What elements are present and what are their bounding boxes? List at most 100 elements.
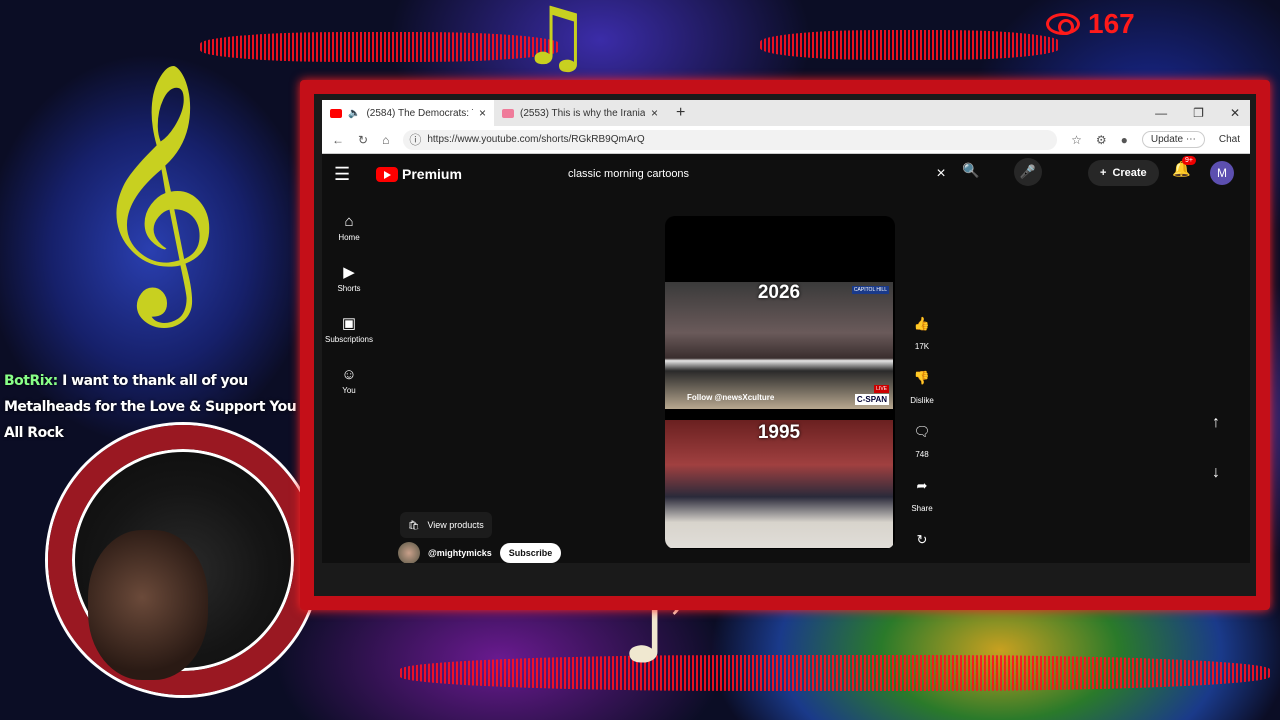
tab-bar: 🔈 (2584) The Democrats: Then a × (2553) …: [322, 100, 1250, 126]
home-icon: ⌂: [344, 212, 354, 230]
restore-icon[interactable]: ❐: [1193, 106, 1204, 120]
favorite-icon[interactable]: ☆: [1071, 133, 1082, 147]
viewer-count-value: 167: [1088, 8, 1135, 39]
view-products-button[interactable]: 🛍 View products: [400, 512, 492, 538]
create-button[interactable]: + Create: [1088, 160, 1159, 186]
shorts-video-player[interactable]: CAPITOL HILL LIVE Follow @newsXculture C…: [665, 216, 895, 549]
window-controls: — ❐ ✕: [1155, 106, 1250, 120]
menu-icon[interactable]: ☰: [334, 164, 364, 185]
youtube-play-icon: [376, 166, 398, 182]
webcam-overlay: [18, 400, 338, 710]
remix-button[interactable]: ↻: [906, 526, 938, 563]
update-label: Update: [1150, 134, 1184, 145]
youtube-page: ☰ Premium classic morning cartoons × 🔍 🎤…: [322, 154, 1250, 563]
sidebar-item-subscriptions[interactable]: ▣ Subscriptions: [322, 304, 376, 355]
clear-search-icon[interactable]: ×: [926, 165, 956, 183]
like-count: 17K: [914, 342, 930, 351]
previous-short-arrow-up-icon[interactable]: ↑: [1202, 409, 1230, 437]
tab-title: (2553) This is why the Iranians are: [520, 107, 645, 119]
remix-icon: ↻: [916, 532, 928, 547]
next-short-arrow-down-icon[interactable]: ↓: [1202, 459, 1230, 487]
view-products-label: View products: [427, 520, 484, 530]
comment-icon: 🗨: [913, 424, 931, 439]
audio-wave-bottom: [400, 655, 1270, 691]
address-bar[interactable]: ⓘ https://www.youtube.com/shorts/RGkRB9Q…: [403, 129, 1058, 150]
year-label-top: 2026: [757, 282, 801, 303]
channel-avatar[interactable]: [398, 542, 420, 563]
follow-caption: Follow @newsXculture: [687, 393, 775, 402]
sidebar-item-label: Subscriptions: [324, 334, 374, 344]
sidebar: ⌂ Home ▶ Shorts ▣ Subscriptions ☺ You: [322, 202, 376, 406]
dislike-label: Dislike: [910, 396, 934, 405]
update-button[interactable]: Update ⋯: [1141, 131, 1205, 148]
create-label: Create: [1112, 167, 1147, 179]
profile-icon[interactable]: ●: [1121, 133, 1128, 147]
speaker-icon[interactable]: 🔈: [348, 108, 360, 119]
audio-wave-top-right: [760, 30, 1060, 60]
browser-tab[interactable]: (2553) This is why the Iranians are ×: [494, 100, 666, 126]
microphone-icon[interactable]: 🎤: [1014, 158, 1042, 186]
sidebar-item-label: Shorts: [337, 283, 361, 293]
search-icon[interactable]: 🔍: [962, 162, 979, 179]
channel-info: @mightymicks Subscribe: [398, 542, 562, 563]
share-button[interactable]: ➦ Share: [906, 472, 938, 526]
minimize-icon[interactable]: —: [1155, 106, 1167, 120]
plus-icon: +: [1100, 167, 1107, 179]
url-text: https://www.youtube.com/shorts/RGkRB9QmA…: [427, 134, 645, 145]
extensions-icon[interactable]: ⚙: [1096, 133, 1107, 147]
notifications-icon[interactable]: 🔔 9+: [1172, 156, 1196, 178]
subscribe-button[interactable]: Subscribe: [499, 543, 562, 563]
close-window-icon[interactable]: ✕: [1230, 106, 1240, 120]
live-tag: LIVE: [874, 385, 889, 393]
back-icon[interactable]: ←: [332, 133, 344, 147]
account-avatar[interactable]: M: [1210, 161, 1234, 185]
thumbs-down-icon: 👎: [913, 370, 931, 385]
search-box[interactable]: classic morning cartoons ×: [556, 160, 956, 188]
year-label-bottom: 1995: [757, 422, 801, 443]
browser-tab[interactable]: 🔈 (2584) The Democrats: Then a ×: [322, 100, 494, 126]
sidebar-item-label: Home: [338, 232, 360, 242]
sidebar-item-shorts[interactable]: ▶ Shorts: [322, 253, 376, 304]
sidebar-item-you[interactable]: ☺ You: [322, 355, 376, 406]
treble-clef-icon: 𝄞: [90, 60, 221, 316]
brand-label: Premium: [402, 166, 462, 182]
viewer-count: 167: [1046, 8, 1135, 40]
channel-name[interactable]: @mightymicks: [428, 548, 492, 558]
webcam-feed: [88, 530, 208, 680]
chat-username: BotRix:: [4, 373, 58, 389]
youtube-favicon-icon: [502, 108, 514, 118]
reload-icon[interactable]: ↻: [358, 133, 368, 147]
sidebar-item-home[interactable]: ⌂ Home: [322, 202, 376, 253]
close-tab-icon[interactable]: ×: [651, 106, 658, 120]
close-tab-icon[interactable]: ×: [479, 106, 486, 120]
copilot-chat-button[interactable]: Chat: [1219, 134, 1240, 145]
network-bug: C-SPAN: [854, 394, 889, 405]
shorts-actions: 👍 17K 👎 Dislike 🗨 748 ➦ Share ↻: [906, 310, 938, 563]
subscriptions-icon: ▣: [341, 314, 357, 332]
home-icon[interactable]: ⌂: [382, 133, 389, 147]
stream-overlay: 𝄞 ♫ ♪ 167 BotRix: I want to thank all of…: [0, 0, 1280, 720]
comment-count: 748: [915, 450, 929, 459]
sidebar-item-label: You: [342, 385, 356, 395]
shopping-bag-icon: 🛍: [408, 519, 420, 530]
notification-badge: 9+: [1182, 156, 1196, 165]
shorts-icon: ▶: [343, 263, 355, 281]
like-button[interactable]: 👍 17K: [906, 310, 938, 364]
address-bar-row: ← ↻ ⌂ ⓘ https://www.youtube.com/shorts/R…: [322, 126, 1250, 154]
youtube-header: ☰ Premium classic morning cartoons × 🔍 🎤…: [322, 154, 1250, 194]
eye-icon: [1046, 13, 1080, 35]
youtube-favicon-icon: [330, 108, 342, 118]
audio-wave-top: [200, 32, 560, 62]
share-icon: ➦: [916, 478, 928, 493]
you-icon: ☺: [341, 365, 357, 383]
share-label: Share: [911, 504, 933, 513]
dislike-button[interactable]: 👎 Dislike: [906, 364, 938, 418]
youtube-logo[interactable]: Premium: [376, 166, 462, 182]
search-input[interactable]: classic morning cartoons: [568, 168, 926, 180]
comments-button[interactable]: 🗨 748: [906, 418, 938, 472]
thumbs-up-icon: 👍: [913, 316, 931, 331]
browser-window: 🔈 (2584) The Democrats: Then a × (2553) …: [322, 100, 1250, 563]
new-tab-button[interactable]: +: [666, 104, 695, 122]
info-icon[interactable]: ⓘ: [409, 131, 421, 148]
tab-title: (2584) The Democrats: Then a: [366, 107, 473, 119]
